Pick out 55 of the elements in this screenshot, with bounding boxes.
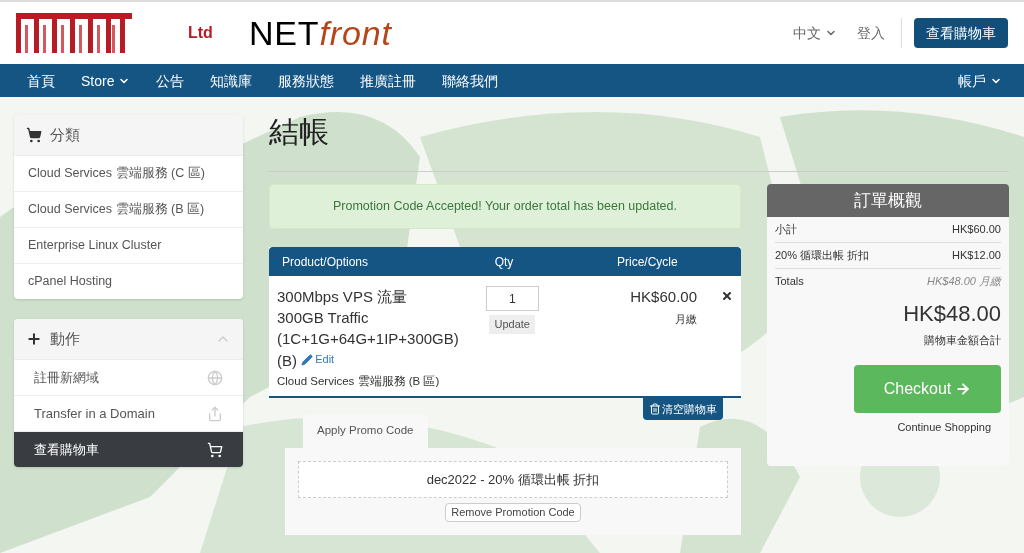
language-dropdown[interactable]: 中文	[793, 23, 837, 43]
summary-label: 20% 循環出帳 折扣	[775, 248, 870, 264]
nav-link[interactable]: 推廣註冊	[347, 70, 430, 91]
action-link[interactable]: 查看購物車	[14, 431, 243, 467]
summary-label: 小計	[775, 222, 797, 238]
login-link[interactable]: 登入	[857, 18, 902, 48]
remove-promo-button[interactable]: Remove Promotion Code	[445, 502, 581, 522]
brand-logo: NETfront	[248, 16, 392, 50]
category-link[interactable]: Cloud Services 雲端服務 (C 區)	[14, 155, 243, 191]
summary-label: Totals	[775, 273, 804, 289]
column-header: Qty	[493, 253, 515, 271]
total-caption: 購物車金額合計	[924, 333, 1001, 348]
action-link[interactable]: 註冊新網域	[14, 359, 243, 395]
column-header: Price/Cycle	[617, 253, 678, 271]
trash-icon	[649, 402, 661, 415]
logo-suffix: Ltd	[188, 23, 213, 43]
category-link[interactable]: cPanel Hosting	[14, 263, 243, 299]
pencil-icon	[301, 353, 314, 366]
summary-title: 訂單概觀	[767, 184, 1009, 217]
nav-link[interactable]: 公告	[143, 70, 198, 91]
continue-shopping-link[interactable]: Continue Shopping	[897, 418, 991, 435]
nav-link[interactable]: 服務狀態	[265, 70, 348, 91]
account-menu[interactable]: 帳戶	[958, 70, 1002, 91]
nav-link[interactable]: Store	[68, 70, 144, 91]
panel-title: 動作	[50, 328, 80, 349]
billing-cycle: 月繳	[675, 311, 697, 327]
cart-icon	[207, 441, 223, 458]
update-button[interactable]: Update	[489, 315, 535, 334]
nav-link[interactable]: 知識庫	[197, 70, 266, 91]
empty-cart-button[interactable]: 清空購物車	[643, 397, 723, 420]
nav-link[interactable]: 首頁	[14, 70, 68, 91]
category-link[interactable]: Enterprise Linux Cluster	[14, 227, 243, 263]
product-group: Cloud Services 雲端服務 (B 區)	[277, 372, 457, 390]
summary-value: HK$12.00	[952, 248, 1001, 264]
applied-promo-code: dec2022 - 20% 循環出帳 折扣	[298, 460, 728, 498]
item-price: HK$60.00	[630, 287, 697, 307]
category-link[interactable]: Cloud Services 雲端服務 (B 區)	[14, 191, 243, 227]
summary-value: HK$60.00	[952, 222, 1001, 238]
page-title: 結帳	[269, 115, 330, 147]
quantity-field[interactable]: 1	[485, 286, 539, 311]
column-header: Product/Options	[281, 253, 370, 271]
edit-link[interactable]: Edit	[301, 349, 335, 370]
summary-value: HK$48.00 月繳	[927, 273, 1001, 289]
panel-title: 分類	[50, 124, 80, 145]
logo-icon	[16, 11, 132, 55]
globe-icon	[207, 369, 223, 386]
plus-icon	[26, 331, 42, 347]
product-name: 300Mbps VPS 流量 300GB Traffic (1C+1G+64G+1IP+300GB) (B) Edit	[277, 287, 457, 371]
view-cart-button[interactable]: 查看購物車	[914, 18, 1008, 48]
promo-tab[interactable]: Apply Promo Code	[303, 413, 428, 448]
total-amount: HK$48.00	[903, 300, 1001, 328]
nav-link[interactable]: 聯絡我們	[429, 70, 512, 91]
success-alert: Promotion Code Accepted! Your order total has been updated.	[269, 184, 741, 229]
cart-icon	[26, 127, 42, 143]
share-icon	[207, 405, 223, 422]
